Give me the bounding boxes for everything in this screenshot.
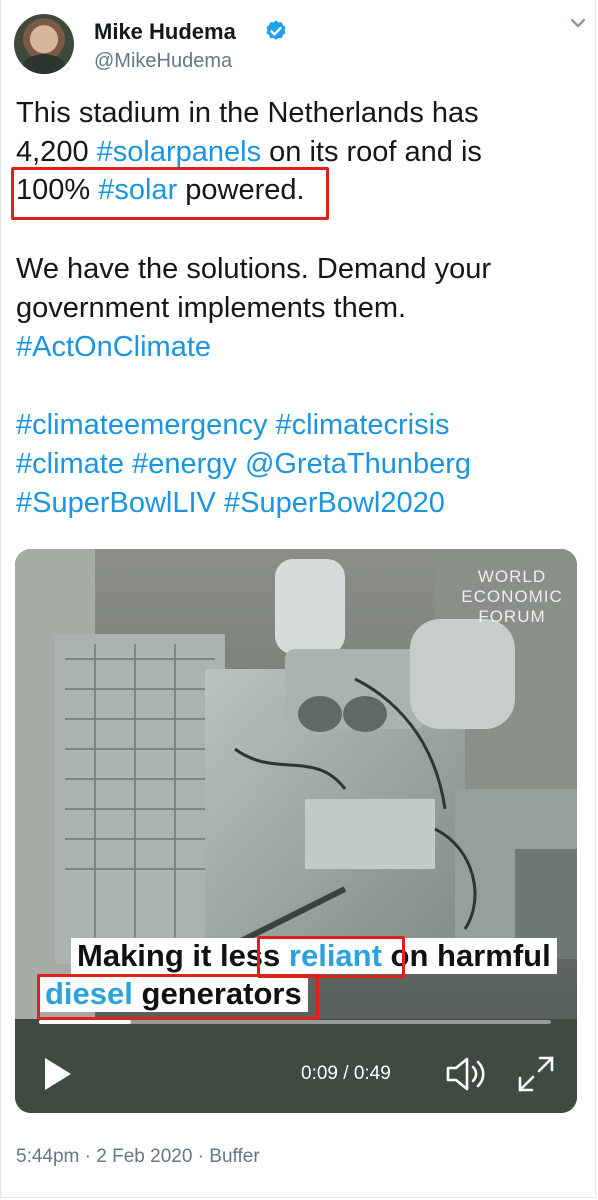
video-progress-fill <box>39 1020 132 1024</box>
tweet-card: Mike Hudema @MikeHudema This stadium in … <box>0 0 596 1198</box>
tweet-text: 4,200 <box>16 136 97 168</box>
fullscreen-icon[interactable] <box>517 1055 555 1093</box>
volume-icon[interactable] <box>445 1056 491 1092</box>
hashtag-link[interactable]: #ActOnClimate <box>16 331 211 363</box>
tweet-text-line: We have the solutions. Demand your <box>16 250 586 288</box>
tweet-text-line: This stadium in the Netherlands has <box>16 94 586 132</box>
tweet-text: This stadium in the Netherlands has <box>16 97 479 129</box>
hashtag-link[interactable]: #SuperBowl2020 <box>224 487 445 519</box>
tweet-text: government implements them. <box>16 292 407 324</box>
tweet-text: We have the solutions. Demand your <box>16 253 492 285</box>
hashtag-link[interactable]: #solarpanels <box>97 136 261 168</box>
watermark-text: WORLD <box>477 567 547 586</box>
tweet-text-line: #climate #energy @GretaThunberg <box>16 445 586 483</box>
video-progress-bar[interactable] <box>39 1020 551 1024</box>
hashtag-link[interactable]: #energy <box>132 448 237 480</box>
watermark-text: FORUM <box>478 607 546 626</box>
avatar[interactable] <box>14 14 74 74</box>
hashtag-link[interactable]: #climateemergency <box>16 409 267 441</box>
hashtag-link[interactable]: #climatecrisis <box>276 409 450 441</box>
tweet-text-line: #SuperBowlLIV #SuperBowl2020 <box>16 484 586 522</box>
tweet-text-line: #climateemergency #climatecrisis <box>16 406 586 444</box>
tweet-footer: 5:44pm · 2 Feb 2020 · Buffer <box>16 1146 260 1168</box>
tweet-time[interactable]: 5:44pm <box>16 1146 79 1167</box>
display-name[interactable]: Mike Hudema <box>94 19 236 45</box>
tweet-date[interactable]: 2 Feb 2020 <box>96 1146 192 1167</box>
separator: · <box>79 1146 97 1167</box>
video-frame <box>15 549 577 1113</box>
hashtag-link[interactable]: #SuperBowlLIV <box>16 487 216 519</box>
highlight-box <box>37 974 319 1020</box>
tweet-source[interactable]: Buffer <box>209 1146 259 1167</box>
caption-text: on harmful <box>381 938 551 973</box>
tweet-text-line: 4,200 #solarpanels on its roof and is <box>16 133 586 171</box>
watermark: WORLD ECONOMIC FORUM <box>457 567 567 627</box>
tweet-text-line: government implements them. <box>16 289 586 327</box>
mention-link[interactable]: @GretaThunberg <box>245 448 471 480</box>
tweet-text: on its roof and is <box>261 136 482 168</box>
hashtag-link[interactable]: #climate <box>16 448 124 480</box>
video-time: 0:09 / 0:49 <box>301 1063 391 1084</box>
separator: · <box>192 1146 210 1167</box>
verified-badge-icon <box>266 20 286 40</box>
video-player[interactable]: WORLD ECONOMIC FORUM Making it less reli… <box>15 549 577 1113</box>
chevron-down-icon[interactable] <box>567 12 589 34</box>
tweet-text-line: #ActOnClimate <box>16 328 586 366</box>
highlight-box <box>11 167 329 220</box>
user-handle[interactable]: @MikeHudema <box>94 50 232 73</box>
highlight-box <box>257 936 405 978</box>
play-icon[interactable] <box>43 1056 73 1092</box>
watermark-text: ECONOMIC <box>461 587 563 606</box>
